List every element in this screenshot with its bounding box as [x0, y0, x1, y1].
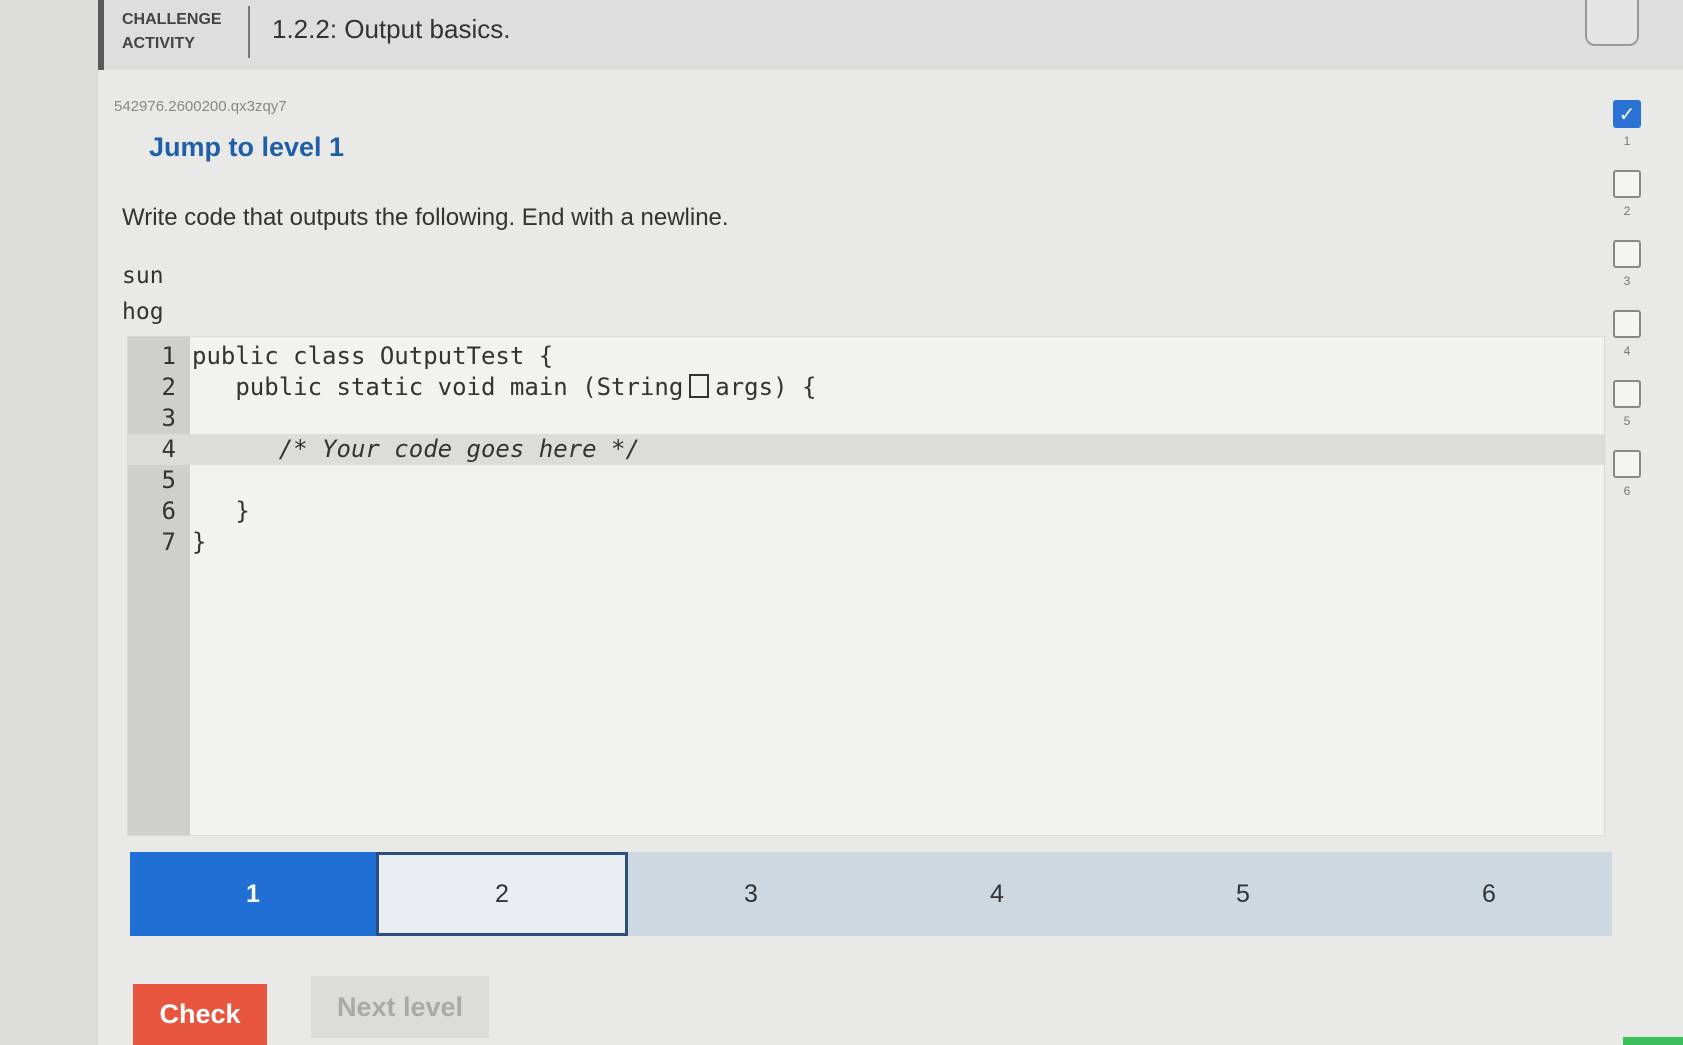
code-comment[interactable]: /* Your code goes here */	[190, 434, 640, 465]
array-brackets-glyph	[689, 374, 710, 398]
status-tab	[1623, 1037, 1683, 1045]
line-number: 5	[161, 466, 176, 494]
empty-box-icon	[1613, 240, 1641, 268]
empty-box-icon	[1613, 450, 1641, 478]
progress-item-3: 3	[1597, 240, 1657, 288]
code-line-active[interactable]: 4 /* Your code goes here */	[128, 434, 1604, 465]
level-tab-4[interactable]: 4	[874, 852, 1120, 936]
progress-item-1: ✓ 1	[1597, 100, 1657, 148]
code-text-after: args) {	[715, 373, 817, 401]
code-text[interactable]: public static void main (String args) {	[190, 372, 816, 403]
code-text[interactable]: }	[190, 496, 249, 527]
expected-line: hog	[122, 299, 164, 325]
code-line[interactable]: 3	[128, 403, 1604, 434]
code-text[interactable]: public class OutputTest {	[190, 341, 553, 372]
progress-item-6: 6	[1597, 450, 1657, 498]
code-editor[interactable]: 1 public class OutputTest { 2 public sta…	[127, 336, 1605, 836]
progress-number: 6	[1623, 484, 1631, 498]
progress-number: 1	[1623, 134, 1631, 148]
code-text-before: public static void main (String	[192, 373, 684, 401]
line-number: 3	[161, 404, 176, 432]
level-tab-5[interactable]: 5	[1120, 852, 1366, 936]
empty-box-icon	[1613, 170, 1641, 198]
line-number: 7	[161, 528, 176, 556]
line-number: 2	[161, 373, 176, 401]
progress-number: 3	[1623, 274, 1631, 288]
code-line[interactable]: 2 public static void main (String args) {	[128, 372, 1604, 403]
activity-kind: CHALLENGE ACTIVITY	[122, 11, 222, 52]
progress-number: 2	[1623, 204, 1631, 218]
line-number: 4	[161, 435, 176, 463]
header-divider	[248, 6, 250, 58]
activity-title: 1.2.2: Output basics.	[272, 14, 511, 44]
progress-item-4: 4	[1597, 310, 1657, 358]
progress-item-5: 5	[1597, 380, 1657, 428]
expected-output: sun hog	[122, 258, 164, 330]
activity-header: CHALLENGE ACTIVITY 1.2.2: Output basics.	[98, 0, 1683, 70]
activity-id: 542976.2600200.qx3zqy7	[114, 98, 287, 115]
checkmark-icon: ✓	[1613, 100, 1641, 128]
code-line[interactable]: 6 }	[128, 496, 1604, 527]
empty-box-icon	[1613, 380, 1641, 408]
level-tab-2[interactable]: 2	[376, 852, 628, 936]
code-line[interactable]: 7 }	[128, 527, 1604, 558]
completion-badge-icon	[1585, 0, 1639, 46]
code-line[interactable]: 1 public class OutputTest {	[128, 341, 1604, 372]
level-tab-3[interactable]: 3	[628, 852, 874, 936]
code-line[interactable]: 5	[128, 465, 1604, 496]
check-button[interactable]: Check	[133, 984, 267, 1045]
expected-line: sun	[122, 263, 164, 289]
line-number: 1	[161, 342, 176, 370]
empty-box-icon	[1613, 310, 1641, 338]
level-tabs: 1 2 3 4 5 6	[130, 852, 1612, 936]
level-tab-1[interactable]: 1	[130, 852, 376, 936]
jump-to-level-link[interactable]: Jump to level 1	[149, 132, 344, 163]
instructions: Write code that outputs the following. E…	[122, 204, 729, 231]
page-edge	[0, 0, 98, 1045]
progress-number: 5	[1623, 414, 1631, 428]
line-number: 6	[161, 497, 176, 525]
progress-number: 4	[1623, 344, 1631, 358]
progress-item-2: 2	[1597, 170, 1657, 218]
level-tab-6[interactable]: 6	[1366, 852, 1612, 936]
next-level-button[interactable]: Next level	[311, 976, 489, 1038]
code-text[interactable]: }	[190, 527, 206, 558]
